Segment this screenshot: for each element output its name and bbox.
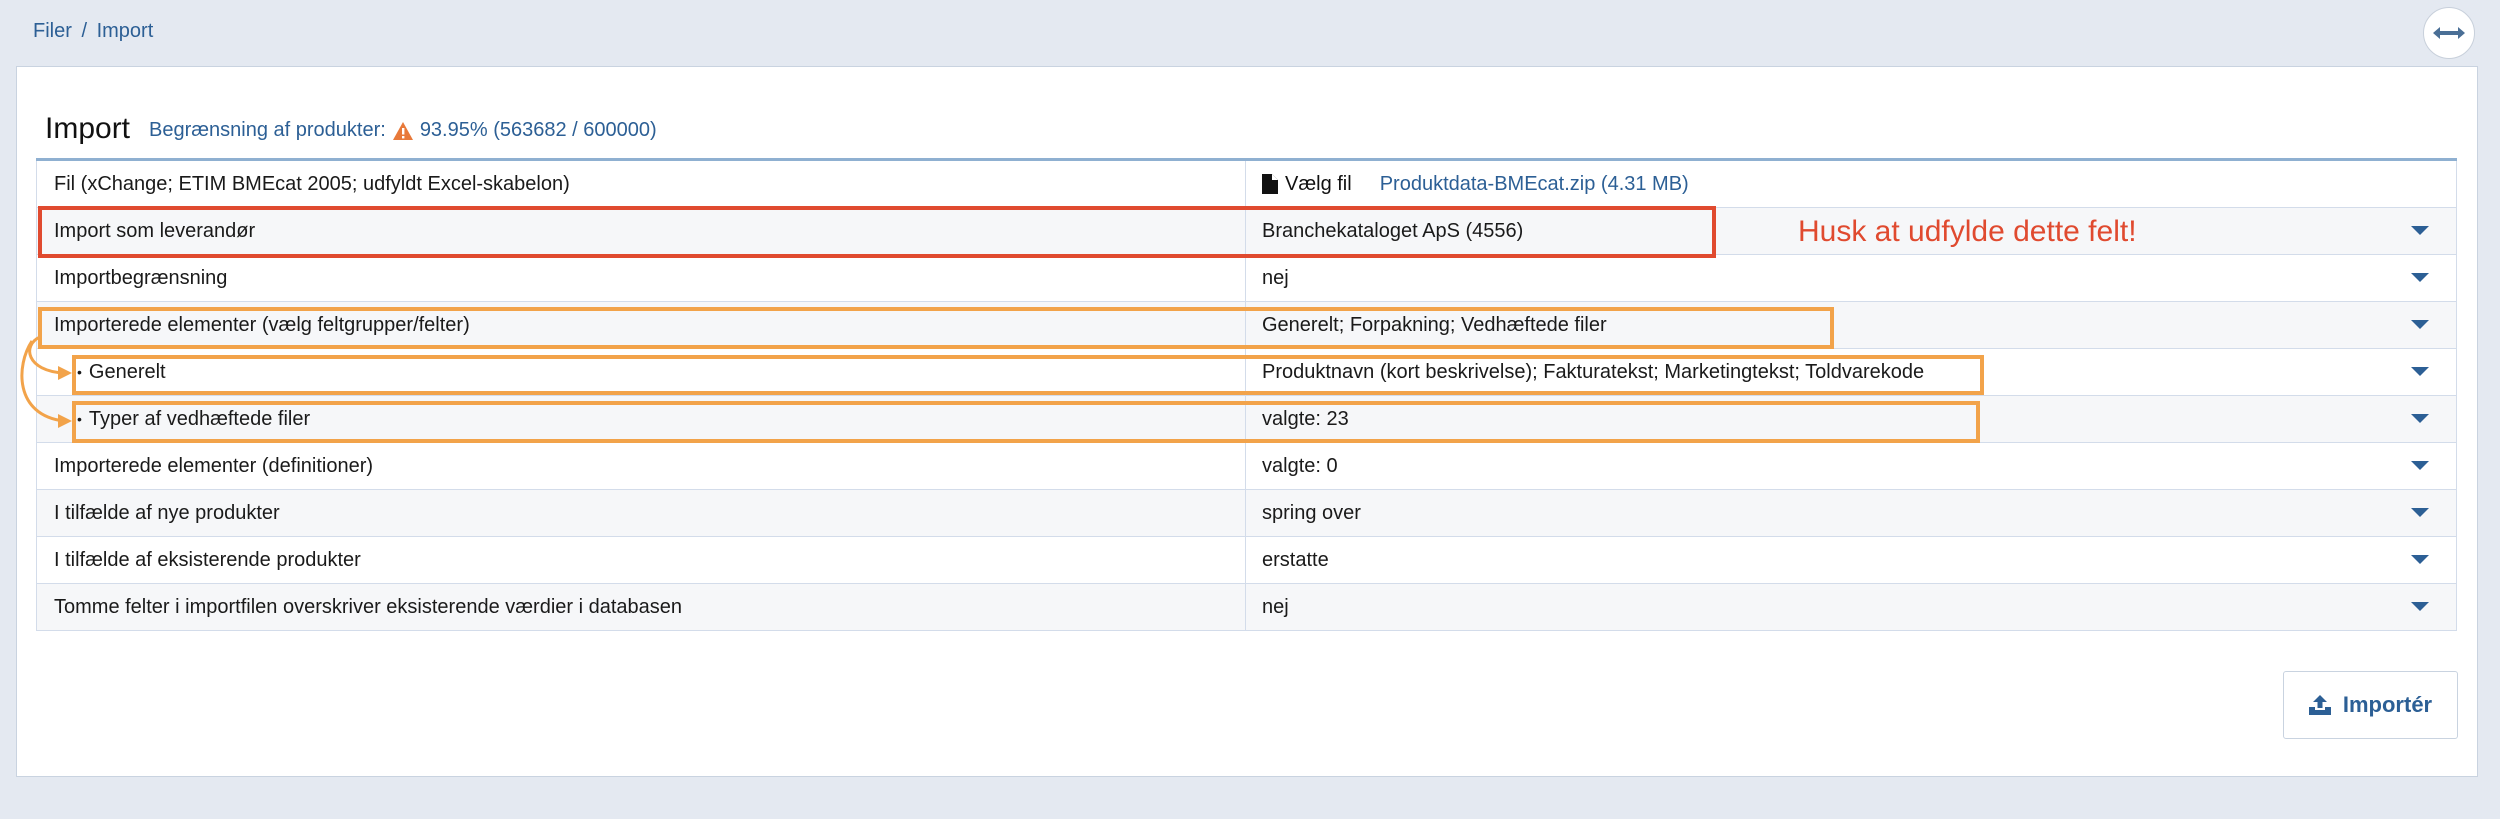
import-button[interactable]: Importér: [2283, 671, 2458, 739]
upload-icon: [2308, 695, 2331, 715]
caret-down-icon[interactable]: [2411, 461, 2429, 470]
table-row[interactable]: Importbegrænsning nej: [36, 255, 2457, 302]
warning-icon: [392, 121, 414, 141]
row-label: Generelt: [88, 360, 166, 383]
caret-down-icon[interactable]: [2411, 226, 2429, 235]
caret-down-icon[interactable]: [2411, 367, 2429, 376]
row-value: Produktnavn (kort beskrivelse); Fakturat…: [1262, 360, 1925, 383]
caret-down-icon[interactable]: [2411, 555, 2429, 564]
row-value: valgte: 0: [1262, 454, 1338, 477]
table-row[interactable]: Tomme felter i importfilen overskriver e…: [36, 584, 2457, 631]
table-row-file: Fil (xChange; ETIM BMEcat 2005; udfyldt …: [36, 161, 2457, 208]
breadcrumb-filer-link[interactable]: Filer: [33, 20, 72, 42]
row-label: Fil (xChange; ETIM BMEcat 2005; udfyldt …: [37, 161, 1246, 207]
choose-file-label: Vælg fil: [1285, 172, 1352, 195]
table-row[interactable]: I tilfælde af nye produkter spring over: [36, 490, 2457, 537]
row-value: Generelt; Forpakning; Vedhæftede filer: [1262, 313, 1607, 336]
row-value: nej: [1262, 266, 1289, 289]
row-label: Import som leverandør: [37, 208, 1246, 254]
expand-width-button[interactable]: [2423, 7, 2475, 59]
selected-file-link[interactable]: Produktdata-BMEcat.zip (4.31 MB): [1380, 173, 1689, 196]
limit-value: 93.95% (563682 / 600000): [419, 119, 657, 141]
table-row[interactable]: Importerede elementer (vælg feltgrupper/…: [36, 302, 2457, 349]
product-limit-info: Begrænsning af produkter: 93.95% (563682…: [149, 119, 657, 142]
table-row[interactable]: • Generelt Produktnavn (kort beskrivelse…: [36, 349, 2457, 396]
caret-down-icon[interactable]: [2411, 320, 2429, 329]
annotation-note: Husk at udfylde dette felt!: [1798, 215, 2137, 248]
table-row[interactable]: I tilfælde af eksisterende produkter ers…: [36, 537, 2457, 584]
row-value: valgte: 23: [1262, 407, 1349, 430]
file-icon: [1262, 174, 1278, 194]
limit-label: Begrænsning af produkter:: [149, 119, 386, 141]
choose-file-button[interactable]: Vælg fil: [1262, 173, 1352, 196]
row-label: Tomme felter i importfilen overskriver e…: [37, 584, 1246, 630]
row-label: I tilfælde af nye produkter: [37, 490, 1246, 536]
row-label: Importbegrænsning: [37, 255, 1246, 301]
row-value: nej: [1262, 595, 1289, 618]
breadcrumb: Filer / Import: [33, 20, 153, 43]
import-button-label: Importér: [2342, 692, 2433, 717]
caret-down-icon[interactable]: [2411, 414, 2429, 423]
breadcrumb-separator: /: [81, 20, 88, 42]
table-row[interactable]: • Typer af vedhæftede filer valgte: 23: [36, 396, 2457, 443]
row-label: Typer af vedhæftede filer: [88, 407, 311, 430]
page-title: Import: [45, 112, 131, 145]
caret-down-icon[interactable]: [2411, 273, 2429, 282]
row-value: erstatte: [1262, 548, 1329, 571]
arrows-horizontal-icon: [2433, 27, 2465, 39]
breadcrumb-import-link[interactable]: Import: [97, 20, 154, 42]
row-label: Importerede elementer (definitioner): [37, 443, 1246, 489]
annotation-arrows: [20, 335, 72, 428]
caret-down-icon[interactable]: [2411, 602, 2429, 611]
row-label: I tilfælde af eksisterende produkter: [37, 537, 1246, 583]
row-value: spring over: [1262, 501, 1361, 524]
caret-down-icon[interactable]: [2411, 508, 2429, 517]
table-row[interactable]: Importerede elementer (definitioner) val…: [36, 443, 2457, 490]
row-label: Importerede elementer (vælg feltgrupper/…: [37, 302, 1246, 348]
